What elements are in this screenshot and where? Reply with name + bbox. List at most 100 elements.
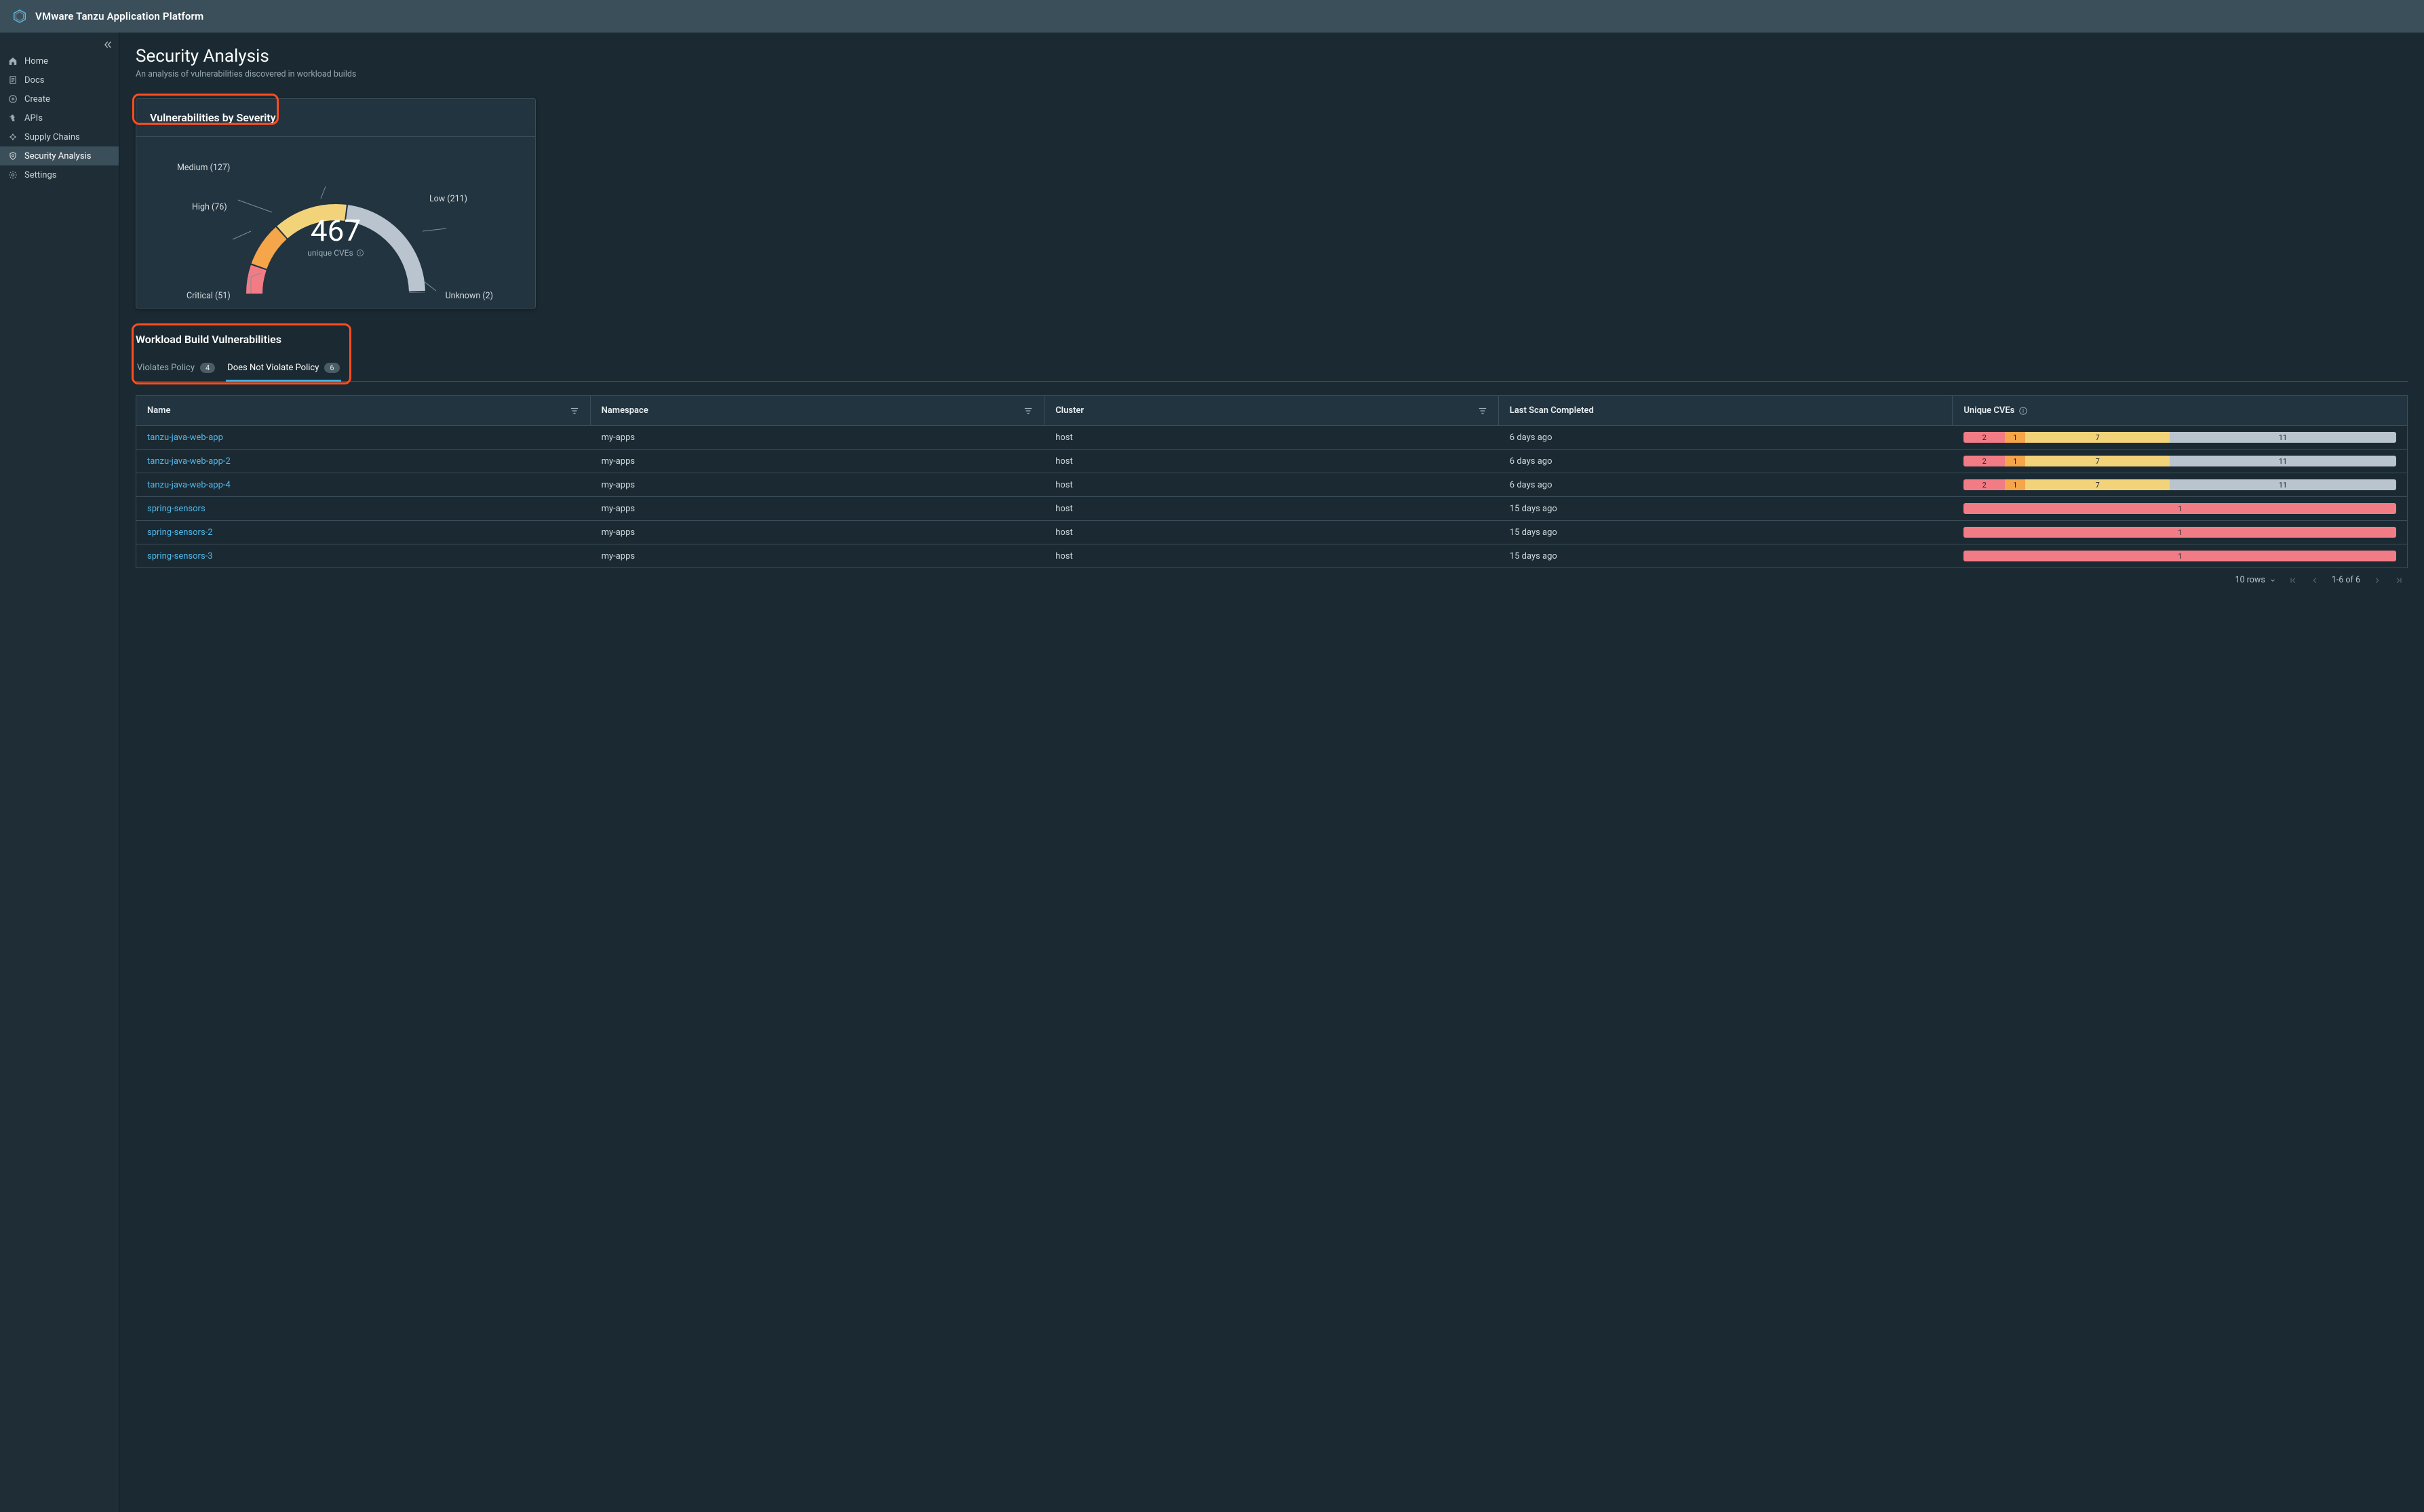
table-header: Name NamespaceCluster Last Scan Completed U…	[136, 395, 2408, 425]
page-first-button[interactable]	[2288, 576, 2298, 585]
sidebar-item-settings[interactable]: Settings	[0, 165, 119, 184]
workload-name-link[interactable]: spring-sensors-2	[136, 521, 591, 544]
filter-icon[interactable]	[1023, 406, 1033, 416]
tab-label: Does Not Violate Policy	[227, 363, 319, 373]
table-row: tanzu-java-web-appmy-appshost6 days ago2…	[136, 425, 2407, 449]
home-icon	[8, 56, 18, 66]
table-row: spring-sensors-3my-appshost15 days ago 1	[136, 544, 2407, 568]
tabs: Violates Policy4 Does Not Violate Policy6	[136, 358, 2408, 382]
tab-does-not-violate-policy[interactable]: Does Not Violate Policy6	[226, 359, 340, 382]
column-header-last-scan-completed[interactable]: Last Scan Completed	[1499, 396, 1953, 425]
cve-seg-high: 1	[2005, 479, 2025, 490]
cell-cluster: host	[1044, 545, 1499, 568]
workloads-table: Name NamespaceCluster Last Scan Completed U…	[136, 395, 2408, 585]
table-row: spring-sensorsmy-appshost15 days ago 1	[136, 496, 2407, 520]
tab-label: Violates Policy	[137, 363, 195, 373]
cell-namespace: my-apps	[591, 474, 1045, 496]
collapse-sidebar-button[interactable]	[102, 39, 113, 50]
rows-per-page-select[interactable]: 10 rows	[2235, 575, 2276, 585]
info-icon[interactable]	[2018, 406, 2028, 416]
cve-seg-low: 11	[2170, 479, 2396, 490]
page-prev-button[interactable]	[2310, 576, 2320, 585]
cve-seg-low: 11	[2170, 432, 2396, 443]
column-header-unique-cves[interactable]: Unique CVEs	[1953, 396, 2407, 425]
column-header-namespace[interactable]: Namespace	[591, 396, 1045, 425]
gauge-segment-medium	[282, 212, 345, 233]
cell-cluster: host	[1044, 498, 1499, 520]
cell-namespace: my-apps	[591, 450, 1045, 473]
cell-cluster: host	[1044, 426, 1499, 449]
tab-violates-policy[interactable]: Violates Policy4	[136, 359, 216, 382]
main: Security Analysis An analysis of vulnera…	[119, 33, 2424, 1512]
sidebar-item-create[interactable]: Create	[0, 89, 119, 108]
cell-cluster: host	[1044, 474, 1499, 496]
workloads-title: Workload Build Vulnerabilities	[136, 333, 2408, 346]
workload-name-link[interactable]: spring-sensors-3	[136, 545, 591, 568]
top-bar: VMware Tanzu Application Platform	[0, 0, 2424, 33]
cve-bar: 21711	[1963, 456, 2396, 466]
cve-seg-high: 1	[2005, 456, 2025, 466]
sidebar-item-label: Create	[24, 94, 50, 104]
column-header-name[interactable]: Name	[136, 396, 591, 425]
workload-name-link[interactable]: tanzu-java-web-app	[136, 426, 591, 449]
cell-unique-cves: 1	[1953, 521, 2407, 544]
cell-last-scan: 15 days ago	[1499, 498, 1953, 520]
label-medium: Medium (127)	[177, 163, 230, 173]
filter-icon[interactable]	[1478, 406, 1487, 416]
cell-unique-cves: 21711	[1953, 426, 2407, 449]
label-low: Low (211)	[429, 194, 467, 204]
cve-seg-med: 7	[2025, 479, 2170, 490]
cell-last-scan: 15 days ago	[1499, 545, 1953, 568]
cve-bar: 21711	[1963, 479, 2396, 490]
severity-gauge: 467 unique CVEs Critical (51) High (76) …	[136, 137, 535, 308]
label-unknown: Unknown (2)	[446, 291, 493, 301]
sidebar-item-label: Home	[24, 56, 48, 66]
chains-icon	[8, 132, 18, 142]
cell-namespace: my-apps	[591, 498, 1045, 520]
cell-last-scan: 15 days ago	[1499, 521, 1953, 544]
sidebar-item-label: Docs	[24, 75, 44, 85]
cell-cluster: host	[1044, 450, 1499, 473]
column-label: Last Scan Completed	[1510, 405, 1594, 416]
sidebar-item-supply-chains[interactable]: Supply Chains	[0, 127, 119, 146]
cell-namespace: my-apps	[591, 545, 1045, 568]
cell-unique-cves: 1	[1953, 544, 2407, 568]
cve-seg-crit: 1	[1963, 551, 2396, 561]
cve-bar: 1	[1963, 503, 2396, 514]
severity-card-title: Vulnerabilities by Severity	[150, 111, 276, 124]
gauge-segment-low	[347, 213, 416, 291]
sidebar-item-home[interactable]: Home	[0, 52, 119, 71]
cell-unique-cves: 1	[1953, 497, 2407, 520]
filter-icon[interactable]	[570, 406, 579, 416]
cve-bar: 21711	[1963, 432, 2396, 443]
page-subtitle: An analysis of vulnerabilities discovere…	[136, 69, 2408, 79]
cell-last-scan: 6 days ago	[1499, 426, 1953, 449]
cve-seg-med: 7	[2025, 432, 2170, 443]
severity-card: Vulnerabilities by Severity	[136, 98, 536, 309]
cve-seg-high: 1	[2005, 432, 2025, 443]
sidebar-item-label: Security Analysis	[24, 151, 91, 161]
workload-name-link[interactable]: tanzu-java-web-app-2	[136, 450, 591, 473]
nav: Home Docs Create APIs Supply Chains Security …	[0, 52, 119, 184]
sidebar-item-security-analysis[interactable]: Security Analysis	[0, 146, 119, 165]
workload-name-link[interactable]: tanzu-java-web-app-4	[136, 474, 591, 496]
page-last-button[interactable]	[2394, 576, 2404, 585]
cve-seg-crit: 1	[1963, 503, 2396, 514]
gear-icon	[8, 170, 18, 180]
workload-name-link[interactable]: spring-sensors	[136, 498, 591, 520]
column-label: Name	[147, 405, 170, 416]
page-next-button[interactable]	[2372, 576, 2382, 585]
sidebar-item-apis[interactable]: APIs	[0, 108, 119, 127]
cell-last-scan: 6 days ago	[1499, 474, 1953, 496]
sidebar-item-docs[interactable]: Docs	[0, 71, 119, 89]
sidebar-item-label: Supply Chains	[24, 132, 80, 142]
create-icon	[8, 94, 18, 104]
cve-seg-crit: 2	[1963, 479, 2005, 490]
column-header-cluster[interactable]: Cluster	[1044, 396, 1499, 425]
sidebar-item-label: APIs	[24, 113, 43, 123]
label-high: High (76)	[192, 202, 227, 212]
gauge-segment-high	[259, 233, 281, 266]
page-title: Security Analysis	[136, 46, 2408, 66]
brand-title: VMware Tanzu Application Platform	[35, 10, 203, 22]
table-row: tanzu-java-web-app-2my-appshost6 days ag…	[136, 449, 2407, 473]
